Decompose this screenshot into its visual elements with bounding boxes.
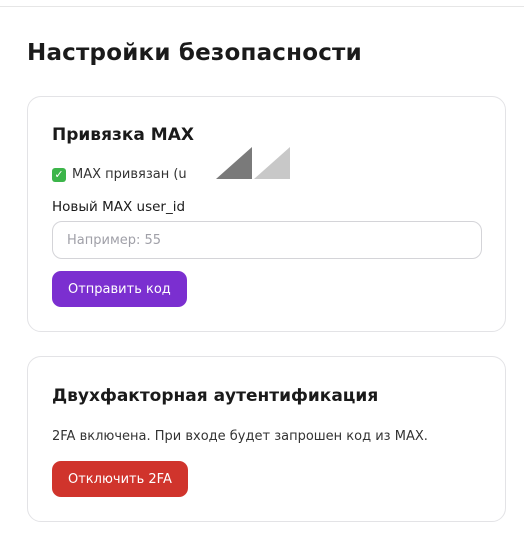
max-status-text: MAX привязан (u — [72, 167, 187, 182]
redaction-mark-dark — [216, 147, 252, 179]
max-binding-card: Привязка MAX ✓ MAX привязан (u Новый MAX… — [27, 96, 506, 332]
max-user-id-label: Новый MAX user_id — [52, 199, 186, 215]
max-status: ✓ MAX привязан (u — [52, 167, 187, 182]
redaction-mark-light — [254, 147, 290, 179]
send-code-button[interactable]: Отправить код — [52, 271, 187, 307]
page-title: Настройки безопасности — [27, 40, 362, 66]
max-user-id-input[interactable] — [52, 221, 482, 259]
two-factor-title: Двухфакторная аутентификация — [52, 386, 379, 406]
top-divider — [0, 6, 524, 7]
max-binding-title: Привязка MAX — [52, 125, 194, 145]
disable-2fa-button[interactable]: Отключить 2FA — [52, 461, 188, 497]
check-icon: ✓ — [52, 167, 66, 182]
two-factor-card: Двухфакторная аутентификация 2FA включен… — [27, 356, 506, 522]
security-settings-page: Настройки безопасности Привязка MAX ✓ MA… — [0, 0, 524, 550]
two-factor-status-text: 2FA включена. При входе будет запрошен к… — [52, 429, 428, 444]
